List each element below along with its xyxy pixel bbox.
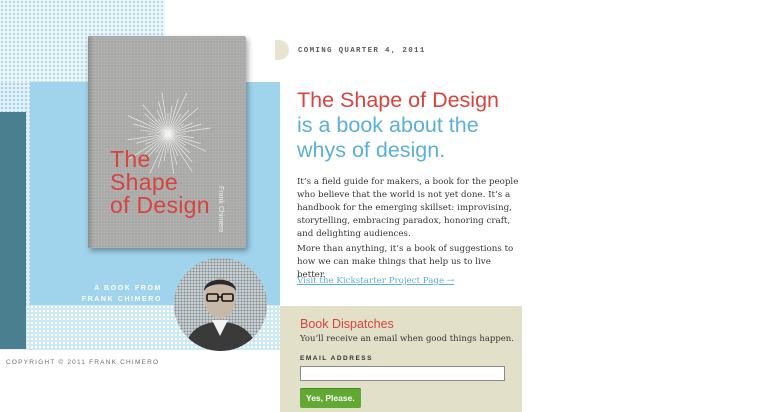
dispatches-panel: Book Dispatches You’ll receive an email … bbox=[280, 306, 522, 412]
headline-line: whys of design. bbox=[297, 138, 446, 162]
book-cover-title: The Shape of Design bbox=[110, 148, 230, 217]
dark-accent-bar bbox=[0, 112, 26, 349]
coming-date-label: COMING QUARTER 4, 2011 bbox=[298, 47, 426, 55]
dispatches-title: Book Dispatches bbox=[300, 317, 394, 331]
book-cover-title-line: of Design bbox=[110, 192, 210, 218]
book-cover-title-line: Shape bbox=[110, 169, 179, 195]
starburst-ray bbox=[167, 98, 179, 135]
author-avatar bbox=[174, 258, 267, 351]
from-label-line: A BOOK FROM bbox=[94, 285, 162, 292]
book-cover-author: Frank Chimero bbox=[217, 186, 224, 233]
from-label-line: FRANK CHIMERO bbox=[81, 296, 162, 303]
headline-title: The Shape of Design bbox=[297, 88, 499, 112]
half-circle-icon bbox=[275, 40, 289, 60]
copyright-text: COPYRIGHT © 2011 FRANK CHIMERO bbox=[6, 359, 160, 366]
starburst-ray bbox=[167, 123, 202, 135]
book-cover-image: The Shape of Design Frank Chimero bbox=[88, 36, 246, 248]
book-from-label: A BOOK FROM FRANK CHIMERO bbox=[42, 283, 162, 305]
book-cover-title-line: The bbox=[110, 146, 151, 172]
dispatches-subtitle: You’ll receive an email when good things… bbox=[300, 334, 514, 344]
headline-line: is a book about the bbox=[297, 113, 479, 137]
email-label: EMAIL ADDRESS bbox=[300, 355, 373, 362]
author-portrait-graphic bbox=[174, 258, 267, 351]
intro-paragraph: It’s a field guide for makers, a book fo… bbox=[297, 177, 519, 239]
email-input[interactable] bbox=[300, 366, 505, 381]
kickstarter-link[interactable]: Visit the Kickstarter Project Page → bbox=[297, 276, 454, 286]
subscribe-button[interactable]: Yes, Please. bbox=[300, 388, 361, 408]
page-headline: The Shape of Design is a book about the … bbox=[297, 88, 537, 163]
